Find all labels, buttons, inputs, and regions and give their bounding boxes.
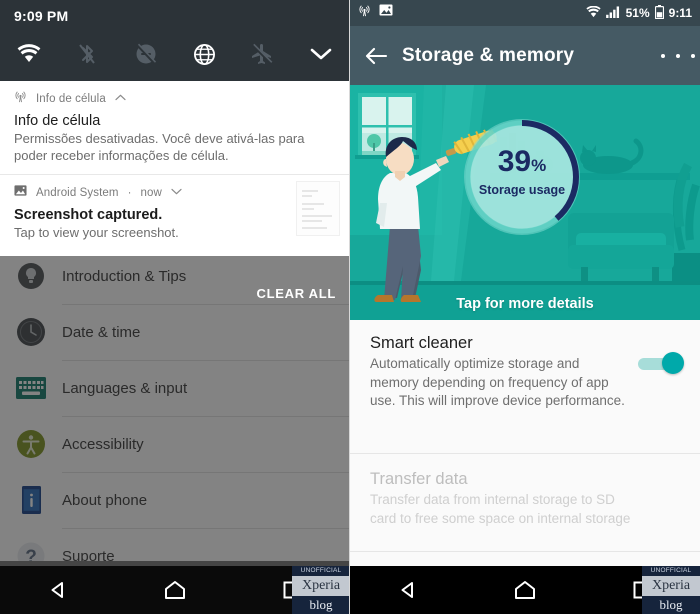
quick-settings-shade: 9:09 PM xyxy=(0,0,350,81)
smart-cleaner-subtitle: Automatically optimize storage and memor… xyxy=(370,356,625,408)
notification-header: Android System · now xyxy=(14,184,336,202)
back-button[interactable] xyxy=(30,566,86,614)
more-vertical-icon[interactable] xyxy=(656,52,700,60)
wifi-icon[interactable] xyxy=(0,37,58,71)
do-not-disturb-off-icon[interactable] xyxy=(117,37,175,71)
battery-icon xyxy=(654,4,664,22)
mobile-data-icon[interactable] xyxy=(175,37,233,71)
battery-percent: 51% xyxy=(625,6,650,20)
watermark-xperia: Xperia xyxy=(292,576,350,596)
storage-hero-illustration[interactable]: 39% Storage usage Tap for more details xyxy=(350,85,700,320)
watermark: UNOFFICIAL Xperia blog xyxy=(642,566,700,614)
signal-bars-icon xyxy=(605,5,621,21)
notification-body: Permissões desativadas. Você deve ativá-… xyxy=(14,131,305,163)
notification-sheet: Info de célula Info de célula Permissões… xyxy=(0,81,350,256)
cell-tower-icon xyxy=(14,90,27,108)
notification-title: Info de célula xyxy=(14,113,101,129)
status-bar: 51% 9:11 xyxy=(350,0,700,26)
tap-for-details-label[interactable]: Tap for more details xyxy=(350,296,700,312)
back-arrow-button[interactable] xyxy=(350,46,402,66)
watermark-unofficial: UNOFFICIAL xyxy=(292,566,350,576)
chevron-down-icon[interactable] xyxy=(292,37,350,71)
home-button[interactable] xyxy=(147,566,203,614)
notification-time: now xyxy=(140,187,162,199)
watermark: UNOFFICIAL Xperia blog xyxy=(292,566,350,614)
notification-cell-info[interactable]: Info de célula Info de célula Permissões… xyxy=(0,81,350,174)
app-bar: Storage & memory xyxy=(350,26,700,85)
quick-settings-tiles xyxy=(0,37,350,71)
storage-usage-gauge: 39% Storage usage xyxy=(458,113,586,241)
notification-header: Info de célula xyxy=(14,90,336,108)
screenshot-thumbnail[interactable] xyxy=(296,181,340,236)
notification-title: Screenshot captured. xyxy=(14,207,163,223)
airplane-mode-off-icon[interactable] xyxy=(233,37,291,71)
status-time: 9:09 PM xyxy=(14,8,69,24)
toggle-knob xyxy=(662,352,684,374)
gauge-percent: 39% xyxy=(458,147,586,177)
transfer-data-row[interactable]: Transfer data Transfer data from interna… xyxy=(350,454,700,542)
transfer-data-subtitle: Transfer data from internal storage to S… xyxy=(370,492,631,526)
clear-all-bar[interactable]: CLEAR ALL xyxy=(0,272,350,314)
transfer-data-title: Transfer data xyxy=(370,470,468,488)
watermark-unofficial: UNOFFICIAL xyxy=(642,566,700,576)
cell-tower-icon xyxy=(358,4,371,22)
gauge-percent-value: 39 xyxy=(497,145,532,178)
dual-screenshot: Introduction & Tips Date & time Language… xyxy=(0,0,700,614)
notification-body: Tap to view your screenshot. xyxy=(14,225,179,240)
home-button[interactable] xyxy=(497,566,553,614)
clear-all-button[interactable]: CLEAR ALL xyxy=(257,286,336,301)
right-phone-screen: 51% 9:11 Storage & memory 39% Storage us… xyxy=(350,0,700,614)
status-left-icons xyxy=(358,4,393,22)
gauge-percent-symbol: % xyxy=(531,156,547,175)
image-icon xyxy=(14,184,27,202)
notification-app-name: Info de célula xyxy=(36,93,106,105)
notification-separator: · xyxy=(127,187,132,199)
status-right-group: 51% 9:11 xyxy=(586,4,692,22)
page-title: Storage & memory xyxy=(402,44,575,66)
watermark-xperia: Xperia xyxy=(642,576,700,596)
smart-cleaner-row[interactable]: Smart cleaner Automatically optimize sto… xyxy=(350,320,700,425)
notification-screenshot[interactable]: Android System · now Screenshot captured… xyxy=(0,175,350,256)
image-icon xyxy=(379,4,393,22)
back-button[interactable] xyxy=(380,566,436,614)
watermark-blog: blog xyxy=(642,596,700,614)
smart-cleaner-title: Smart cleaner xyxy=(370,334,473,352)
section-divider xyxy=(350,551,700,552)
status-time: 9:11 xyxy=(668,6,692,20)
wifi-icon xyxy=(586,5,601,21)
gauge-label: Storage usage xyxy=(478,183,566,197)
chevron-down-icon[interactable] xyxy=(171,188,182,198)
left-phone-screen: Introduction & Tips Date & time Language… xyxy=(0,0,350,614)
panel-divider xyxy=(349,0,350,614)
chevron-up-icon[interactable] xyxy=(115,94,126,104)
notification-app-name: Android System xyxy=(36,187,119,199)
bluetooth-off-icon[interactable] xyxy=(58,37,116,71)
watermark-blog: blog xyxy=(292,596,350,614)
smart-cleaner-toggle[interactable] xyxy=(636,350,684,376)
